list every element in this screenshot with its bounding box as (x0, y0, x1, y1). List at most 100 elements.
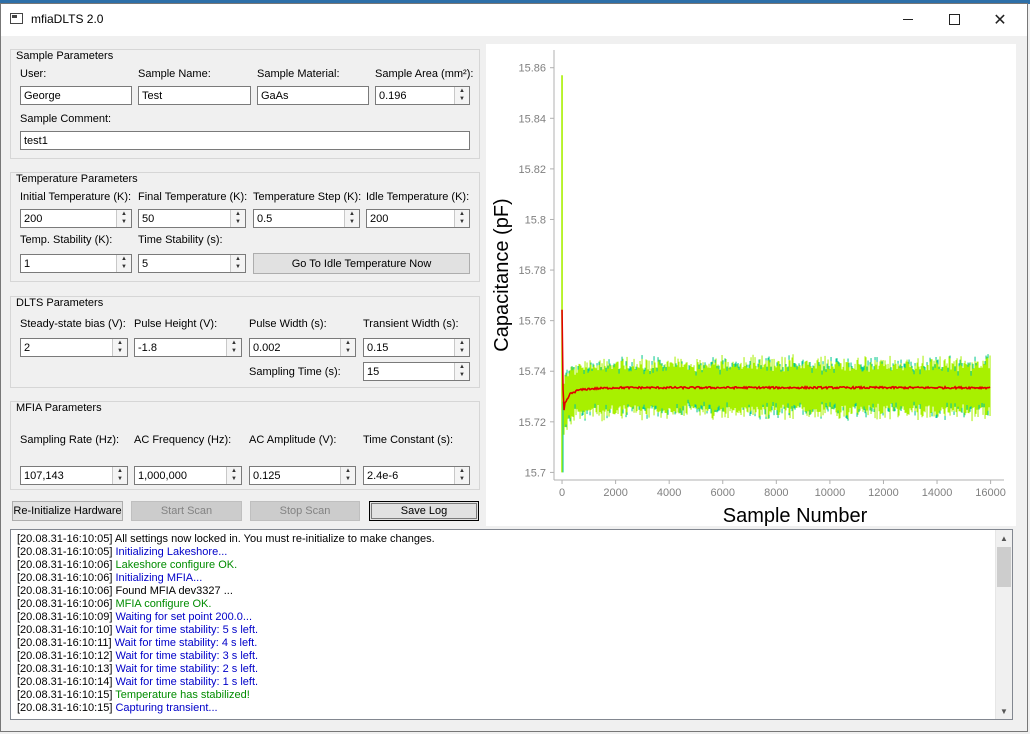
log-lines: [20.08.31-16:10:05] All settings now loc… (17, 533, 435, 715)
spin-down-icon[interactable]: ▼ (117, 218, 131, 226)
spin-arrows: ▲ ▼ (116, 255, 131, 272)
spin-up-icon[interactable]: ▲ (455, 467, 469, 475)
ac-amplitude-input[interactable] (250, 467, 339, 484)
sample-material-input[interactable] (257, 86, 369, 105)
log-line-text: [20.08.31-16:10:06] (17, 572, 116, 584)
temperature-step-input[interactable] (254, 210, 343, 227)
x-tick-label: 6000 (711, 487, 735, 499)
stop-scan-button[interactable]: Stop Scan (250, 501, 360, 521)
spin-down-icon[interactable]: ▼ (341, 347, 355, 355)
spin-down-icon[interactable]: ▼ (455, 371, 469, 379)
log-output[interactable]: [20.08.31-16:10:05] All settings now loc… (10, 529, 1013, 720)
sampling-rate-label: Sampling Rate (Hz): (20, 434, 120, 446)
steady-state-bias-input[interactable] (21, 339, 111, 356)
sampling-time-input[interactable] (364, 363, 453, 380)
log-line: [20.08.31-16:10:09] Waiting for set poin… (17, 611, 435, 624)
spin-up-icon[interactable]: ▲ (455, 87, 469, 95)
final-temperature-spinbox[interactable]: ▲▼ (138, 209, 246, 228)
ac-amplitude-spinbox[interactable]: ▲▼ (249, 466, 356, 485)
idle-temperature-input[interactable] (367, 210, 453, 227)
transient-width-spinbox[interactable]: ▲▼ (363, 338, 470, 357)
time-constant-spinbox[interactable]: ▲▼ (363, 466, 470, 485)
scroll-down-icon[interactable]: ▼ (996, 703, 1012, 719)
reinitialize-hardware-button[interactable]: Re-Initialize Hardware (12, 501, 123, 521)
spin-down-icon[interactable]: ▼ (113, 347, 127, 355)
spin-down-icon[interactable]: ▼ (231, 263, 245, 271)
spin-down-icon[interactable]: ▼ (113, 475, 127, 483)
sample-comment-input[interactable] (20, 131, 470, 150)
user-input[interactable] (20, 86, 132, 105)
spin-up-icon[interactable]: ▲ (227, 339, 241, 347)
start-scan-button[interactable]: Start Scan (131, 501, 242, 521)
close-button[interactable]: ✕ (977, 4, 1023, 35)
sampling-time-spinbox[interactable]: ▲▼ (363, 362, 470, 381)
spin-up-icon[interactable]: ▲ (345, 210, 359, 218)
scroll-thumb[interactable] (997, 547, 1011, 587)
temp-stability-spinbox[interactable]: ▲▼ (20, 254, 132, 273)
steady-state-bias-spinbox[interactable]: ▲▼ (20, 338, 128, 357)
transient-width-input[interactable] (364, 339, 453, 356)
final-temperature-input[interactable] (139, 210, 229, 227)
ac-frequency-spinbox[interactable]: ▲▼ (134, 466, 242, 485)
window-title: mfiaDLTS 2.0 (31, 12, 104, 26)
spin-up-icon[interactable]: ▲ (227, 467, 241, 475)
time-stability-input[interactable] (139, 255, 229, 272)
pulse-width-input[interactable] (250, 339, 339, 356)
time-stability-spinbox[interactable]: ▲▼ (138, 254, 246, 273)
spin-down-icon[interactable]: ▼ (455, 475, 469, 483)
spin-down-icon[interactable]: ▼ (455, 95, 469, 103)
spin-down-icon[interactable]: ▼ (227, 475, 241, 483)
log-line: [20.08.31-16:10:13] Wait for time stabil… (17, 663, 435, 676)
pulse-height-spinbox[interactable]: ▲▼ (134, 338, 242, 357)
spin-arrows: ▲ ▼ (230, 210, 245, 227)
minimize-button[interactable] (885, 4, 931, 35)
spin-arrows: ▲ ▼ (116, 210, 131, 227)
pulse-width-spinbox[interactable]: ▲▼ (249, 338, 356, 357)
x-tick-label: 14000 (922, 487, 953, 499)
log-line-message: Wait for time stability: 1 s left. (115, 676, 259, 688)
temperature-step-spinbox[interactable]: ▲▼ (253, 209, 360, 228)
spin-down-icon[interactable]: ▼ (231, 218, 245, 226)
time-constant-label: Time Constant (s): (363, 434, 454, 446)
log-scrollbar[interactable]: ▲ ▼ (995, 530, 1012, 719)
spin-up-icon[interactable]: ▲ (455, 210, 469, 218)
spin-up-icon[interactable]: ▲ (113, 339, 127, 347)
go-to-idle-temperature-button[interactable]: Go To Idle Temperature Now (253, 253, 470, 274)
time-constant-input[interactable] (364, 467, 453, 484)
scroll-up-icon[interactable]: ▲ (996, 530, 1012, 546)
idle-temperature-spinbox[interactable]: ▲▼ (366, 209, 470, 228)
sample-name-input[interactable] (138, 86, 251, 105)
maximize-button[interactable] (931, 4, 977, 35)
spin-up-icon[interactable]: ▲ (113, 467, 127, 475)
spin-up-icon[interactable]: ▲ (231, 210, 245, 218)
spin-down-icon[interactable]: ▼ (345, 218, 359, 226)
sample-area-input[interactable] (376, 87, 453, 104)
spin-down-icon[interactable]: ▼ (455, 218, 469, 226)
sample-area-spinbox[interactable]: ▲▼ (375, 86, 470, 105)
log-line-text: [20.08.31-16:10:12] (17, 650, 116, 662)
title-bar[interactable]: mfiaDLTS 2.0 ✕ (1, 4, 1027, 36)
spin-up-icon[interactable]: ▲ (231, 255, 245, 263)
spin-up-icon[interactable]: ▲ (341, 339, 355, 347)
spin-down-icon[interactable]: ▼ (117, 263, 131, 271)
spin-up-icon[interactable]: ▲ (117, 255, 131, 263)
spin-up-icon[interactable]: ▲ (117, 210, 131, 218)
spin-up-icon[interactable]: ▲ (455, 363, 469, 371)
ac-frequency-input[interactable] (135, 467, 225, 484)
sampling-rate-input[interactable] (21, 467, 111, 484)
capacitance-chart-panel: 15.7 15.72 15.74 15.76 15.78 15.8 15.82 15.84 15… (486, 44, 1016, 527)
spin-up-icon[interactable]: ▲ (341, 467, 355, 475)
spin-down-icon[interactable]: ▼ (455, 347, 469, 355)
spin-down-icon[interactable]: ▼ (341, 475, 355, 483)
spin-down-icon[interactable]: ▼ (227, 347, 241, 355)
temp-stability-input[interactable] (21, 255, 115, 272)
spin-up-icon[interactable]: ▲ (455, 339, 469, 347)
y-axis-title: Capacitance (pF) (491, 198, 513, 351)
initial-temperature-input[interactable] (21, 210, 115, 227)
log-line-text: [20.08.31-16:10:09] (17, 611, 116, 623)
pulse-height-input[interactable] (135, 339, 225, 356)
initial-temperature-spinbox[interactable]: ▲▼ (20, 209, 132, 228)
sampling-rate-spinbox[interactable]: ▲▼ (20, 466, 128, 485)
spin-arrows: ▲ ▼ (340, 467, 355, 484)
save-log-button[interactable]: Save Log (369, 501, 479, 521)
